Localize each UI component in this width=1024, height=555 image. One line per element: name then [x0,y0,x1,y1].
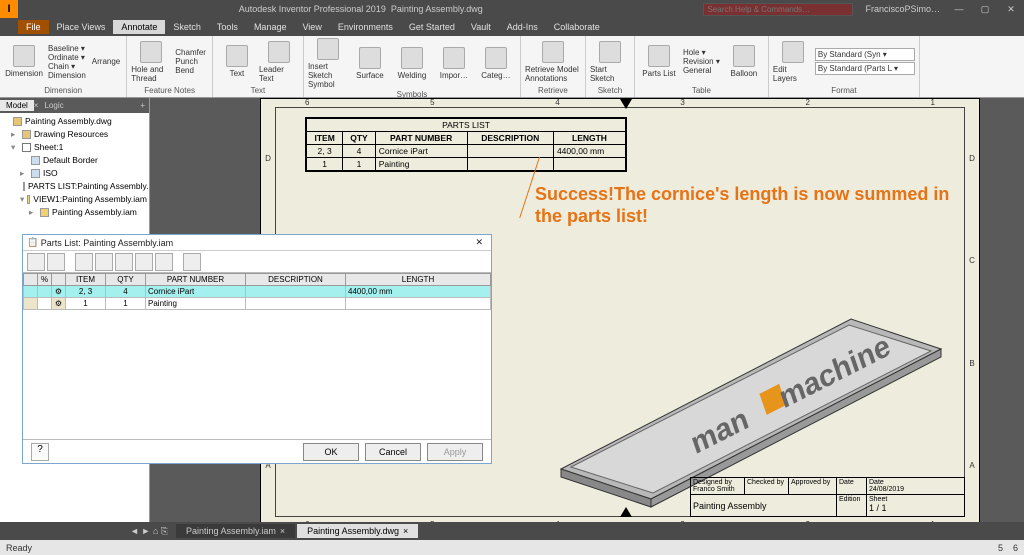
category-button[interactable]: Categ… [476,47,516,80]
ruler-right: DCBA [965,107,979,517]
drawing-parts-list[interactable]: PARTS LIST ITEMQTYPART NUMBERDESCRIPTION… [305,117,627,172]
close-button[interactable]: ✕ [998,4,1024,15]
tree-iso: ▸ISO [2,167,147,180]
tree-parts-list: PARTS LIST:Painting Assembly.iam [2,180,147,193]
toolbar-btn-7[interactable] [155,253,173,271]
ribbon-group-dimension: Dimension Baseline ▾ Ordinate ▾ Chain ▾ … [0,36,127,97]
dialog-title-text: Parts List: Painting Assembly.iam [41,238,173,248]
text-button[interactable]: Text [217,45,257,78]
tab-add-ins[interactable]: Add-Ins [499,20,546,34]
style-combo-1[interactable]: By Standard (Syn ▾ [815,48,915,61]
dialog-row-selected: ⚙ 2, 34 Cornice iPart 4400,00 mm [24,286,491,298]
browser-tab-logic[interactable]: Logic [38,100,69,111]
toolbar-btn-2[interactable] [47,253,65,271]
browser-add-tab[interactable]: + [136,101,149,110]
toolbar-btn-8[interactable] [183,253,201,271]
balloon-button[interactable]: Balloon [724,45,764,78]
toolbar-btn-1[interactable] [27,253,45,271]
success-annotation: Success!The cornice's length is now summ… [535,183,979,227]
ribbon: Dimension Baseline ▾ Ordinate ▾ Chain ▾ … [0,36,1024,98]
status-bar: Ready 5 6 [0,540,1024,555]
dialog-toolbar [23,251,491,273]
user-menu[interactable]: FranciscoPSimo… [859,4,946,14]
tree-default-border: Default Border [2,154,147,167]
tree-view1: ▾VIEW1:Painting Assembly.iam [2,193,147,206]
maximize-button[interactable]: ▢ [972,4,998,15]
tab-nav-icons[interactable]: ◄ ► ⌂ ⎘ [124,526,174,537]
menu-bar: File Place Views Annotate Sketch Tools M… [0,18,1024,36]
tree-assembly: ▸Painting Assembly.iam [2,206,147,219]
window-title: Autodesk Inventor Professional 2019 Pain… [18,4,703,14]
ribbon-group-retrieve: Retrieve Model Annotations Retrieve [521,36,586,97]
dialog-help-button[interactable]: ? [31,443,49,461]
toolbar-btn-4[interactable] [95,253,113,271]
toolbar-btn-5[interactable] [115,253,133,271]
tab-sketch[interactable]: Sketch [165,20,209,34]
tab-place-views[interactable]: Place Views [49,20,114,34]
tab-view[interactable]: View [294,20,329,34]
welding-button[interactable]: Welding [392,47,432,80]
model-tree[interactable]: Painting Assembly.dwg ▸Drawing Resources… [0,113,149,221]
arrange-option[interactable]: Arrange [90,57,122,66]
tab-get-started[interactable]: Get Started [401,20,463,34]
ribbon-group-symbols: Insert Sketch Symbol Surface Welding Imp… [304,36,521,97]
tree-root: Painting Assembly.dwg [2,115,147,128]
dialog-close-button[interactable]: ✕ [471,237,487,248]
help-search-input[interactable] [703,3,853,16]
retrieve-annotations-button[interactable]: Retrieve Model Annotations [525,41,581,83]
app-icon[interactable]: I [0,0,18,18]
toolbar-btn-3[interactable] [75,253,93,271]
tab-annotate[interactable]: Annotate [113,20,165,34]
minimize-button[interactable]: — [946,4,972,14]
table-options[interactable]: Hole ▾ Revision ▾ General [681,48,722,75]
dialog-row: ⚙ 11 Painting [24,298,491,310]
ribbon-group-format: Edit Layers By Standard (Syn ▾ By Standa… [769,36,920,97]
sketch-symbol-button[interactable]: Insert Sketch Symbol [308,38,348,89]
tree-drawing-resources: ▸Drawing Resources [2,128,147,141]
assembly-view[interactable]: man machine [541,279,951,509]
tab-vault[interactable]: Vault [463,20,499,34]
ribbon-group-sketch: Start Sketch Sketch [586,36,635,97]
dimension-button[interactable]: Dimension [4,45,44,78]
feature-notes-options[interactable]: Chamfer Punch Bend [173,48,208,75]
tree-sheet: ▾Sheet:1 [2,141,147,154]
parts-list-button[interactable]: Parts List [639,45,679,78]
tab-collaborate[interactable]: Collaborate [546,20,608,34]
toolbar-btn-6[interactable] [135,253,153,271]
surface-button[interactable]: Surface [350,47,390,80]
parts-list-dialog: 📋 Parts List: Painting Assembly.iam ✕ % … [22,234,492,464]
style-combo-2[interactable]: By Standard (Parts L ▾ [815,62,915,75]
dialog-grid[interactable]: % ITEM QTY PART NUMBER DESCRIPTION LENGT… [23,273,491,310]
tab-tools[interactable]: Tools [209,20,246,34]
dialog-icon: 📋 [27,237,38,248]
edit-layers-button[interactable]: Edit Layers [773,41,813,83]
tab-file[interactable]: File [18,20,49,34]
ribbon-group-text: Text Leader Text Text [213,36,304,97]
status-text: Ready [6,543,32,553]
import-button[interactable]: Impor… [434,47,474,80]
doc-tab-drawing[interactable]: Painting Assembly.dwg× [297,524,418,538]
title-block: Designed byFranco Smith Checked by Appro… [690,477,965,517]
start-sketch-button[interactable]: Start Sketch [590,41,630,83]
cancel-button[interactable]: Cancel [365,443,421,461]
doc-tab-assembly[interactable]: Painting Assembly.iam× [176,524,295,538]
title-bar: I Autodesk Inventor Professional 2019 Pa… [0,0,1024,18]
apply-button[interactable]: Apply [427,443,483,461]
dimension-options[interactable]: Baseline ▾ Ordinate ▾ Chain ▾ Dimension [46,44,88,80]
tab-environments[interactable]: Environments [330,20,401,34]
document-tabs: ◄ ► ⌂ ⎘ Painting Assembly.iam× Painting … [0,522,1024,540]
ribbon-group-table: Parts List Hole ▾ Revision ▾ General Bal… [635,36,769,97]
ok-button[interactable]: OK [303,443,359,461]
hole-thread-button[interactable]: Hole and Thread [131,41,171,83]
tab-manage[interactable]: Manage [246,20,295,34]
leader-text-button[interactable]: Leader Text [259,41,299,83]
browser-tab-model[interactable]: Model [0,100,34,111]
ribbon-group-feature-notes: Hole and Thread Chamfer Punch Bend Featu… [127,36,213,97]
